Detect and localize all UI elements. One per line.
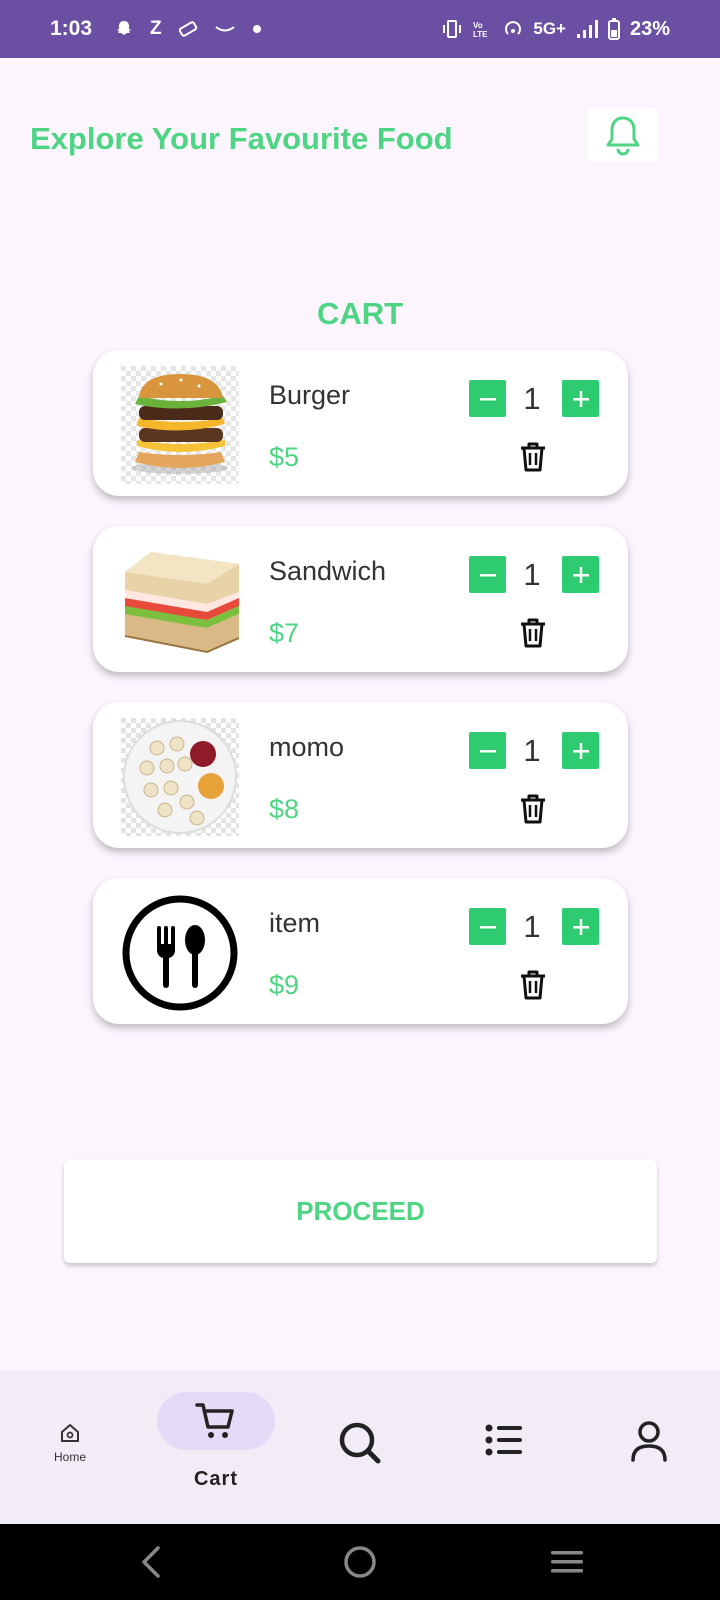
status-bar: 1:03 Z Vo LTE 5G+ 23% xyxy=(0,0,720,58)
item-name: Burger xyxy=(269,380,351,410)
increase-quantity-button[interactable] xyxy=(562,732,599,769)
momo-image xyxy=(121,718,239,836)
cart-item: Burger $5 1 xyxy=(93,350,628,496)
system-nav-bar xyxy=(0,1524,720,1600)
notification-button[interactable] xyxy=(588,108,658,162)
cart-item: Sandwich $7 1 xyxy=(93,526,628,672)
item-price: $8 xyxy=(269,794,300,824)
minus-icon xyxy=(479,573,496,576)
plus-icon xyxy=(572,742,589,759)
recents-icon[interactable] xyxy=(548,1544,586,1580)
cart-item: momo $8 1 xyxy=(93,702,628,848)
home-icon xyxy=(61,1424,79,1442)
increase-quantity-button[interactable] xyxy=(562,908,599,945)
back-icon[interactable] xyxy=(138,1544,166,1580)
item-name: item xyxy=(269,908,321,938)
item-name: momo xyxy=(269,732,345,762)
home-circle-icon[interactable] xyxy=(342,1544,378,1580)
ticket-icon xyxy=(178,21,197,37)
cart-icon xyxy=(195,1403,234,1438)
delete-item-button[interactable] xyxy=(518,440,548,474)
delete-item-button[interactable] xyxy=(518,968,548,1002)
cart-heading: CART xyxy=(316,296,404,331)
item-name: Sandwich xyxy=(269,556,387,586)
search-icon[interactable] xyxy=(337,1420,383,1466)
minus-icon xyxy=(479,925,496,928)
plus-icon xyxy=(572,918,589,935)
person-icon[interactable] xyxy=(630,1420,668,1462)
item-price: $7 xyxy=(269,618,300,648)
nav-cart-label: Cart xyxy=(193,1468,238,1490)
item-price: $9 xyxy=(269,970,300,1000)
dot-icon xyxy=(252,25,261,33)
item-price: $5 xyxy=(269,442,300,472)
cart-list: Burger $5 1 Sandwich $7 1 momo $8 1 item… xyxy=(93,350,628,1054)
vibrate-icon xyxy=(443,20,462,38)
sandwich-image xyxy=(121,542,240,660)
amazon-icon xyxy=(215,26,235,32)
signal-icon xyxy=(576,20,598,38)
minus-icon xyxy=(479,749,496,752)
delete-item-button[interactable] xyxy=(518,792,548,826)
decrease-quantity-button[interactable] xyxy=(469,732,506,769)
cart-item: item $9 1 xyxy=(93,878,628,1024)
network-type: 5G+ xyxy=(533,19,566,38)
quantity-value: 1 xyxy=(523,381,541,416)
hotspot-icon xyxy=(505,21,522,35)
snapchat-icon xyxy=(117,21,132,35)
decrease-quantity-button[interactable] xyxy=(469,908,506,945)
burger-image xyxy=(121,366,239,484)
plus-icon xyxy=(572,566,589,583)
nav-home[interactable]: Home xyxy=(45,1422,95,1464)
svg-text:LTE: LTE xyxy=(473,30,488,39)
battery-icon xyxy=(607,18,620,40)
bell-icon xyxy=(606,116,640,156)
svg-text:Vo: Vo xyxy=(473,21,483,30)
quantity-value: 1 xyxy=(523,909,541,944)
decrease-quantity-button[interactable] xyxy=(469,556,506,593)
delete-item-button[interactable] xyxy=(518,616,548,650)
page-title: Explore Your Favourite Food xyxy=(30,121,453,156)
nav-cart[interactable] xyxy=(157,1392,275,1450)
fork-spoon-icon xyxy=(121,894,239,1012)
proceed-button[interactable]: PROCEED xyxy=(64,1160,657,1263)
quantity-value: 1 xyxy=(523,557,541,592)
volte-icon: VoLTE xyxy=(473,21,488,39)
plus-icon xyxy=(572,390,589,407)
list-icon[interactable] xyxy=(484,1420,524,1460)
increase-quantity-button[interactable] xyxy=(562,380,599,417)
decrease-quantity-button[interactable] xyxy=(469,380,506,417)
nav-home-label: Home xyxy=(53,1450,86,1464)
minus-icon xyxy=(479,397,496,400)
quantity-value: 1 xyxy=(523,733,541,768)
z-app-icon: Z xyxy=(150,18,162,39)
bottom-nav: Home Cart xyxy=(0,1370,720,1524)
status-time: 1:03 xyxy=(50,17,93,40)
increase-quantity-button[interactable] xyxy=(562,556,599,593)
battery-percent: 23% xyxy=(629,17,670,40)
